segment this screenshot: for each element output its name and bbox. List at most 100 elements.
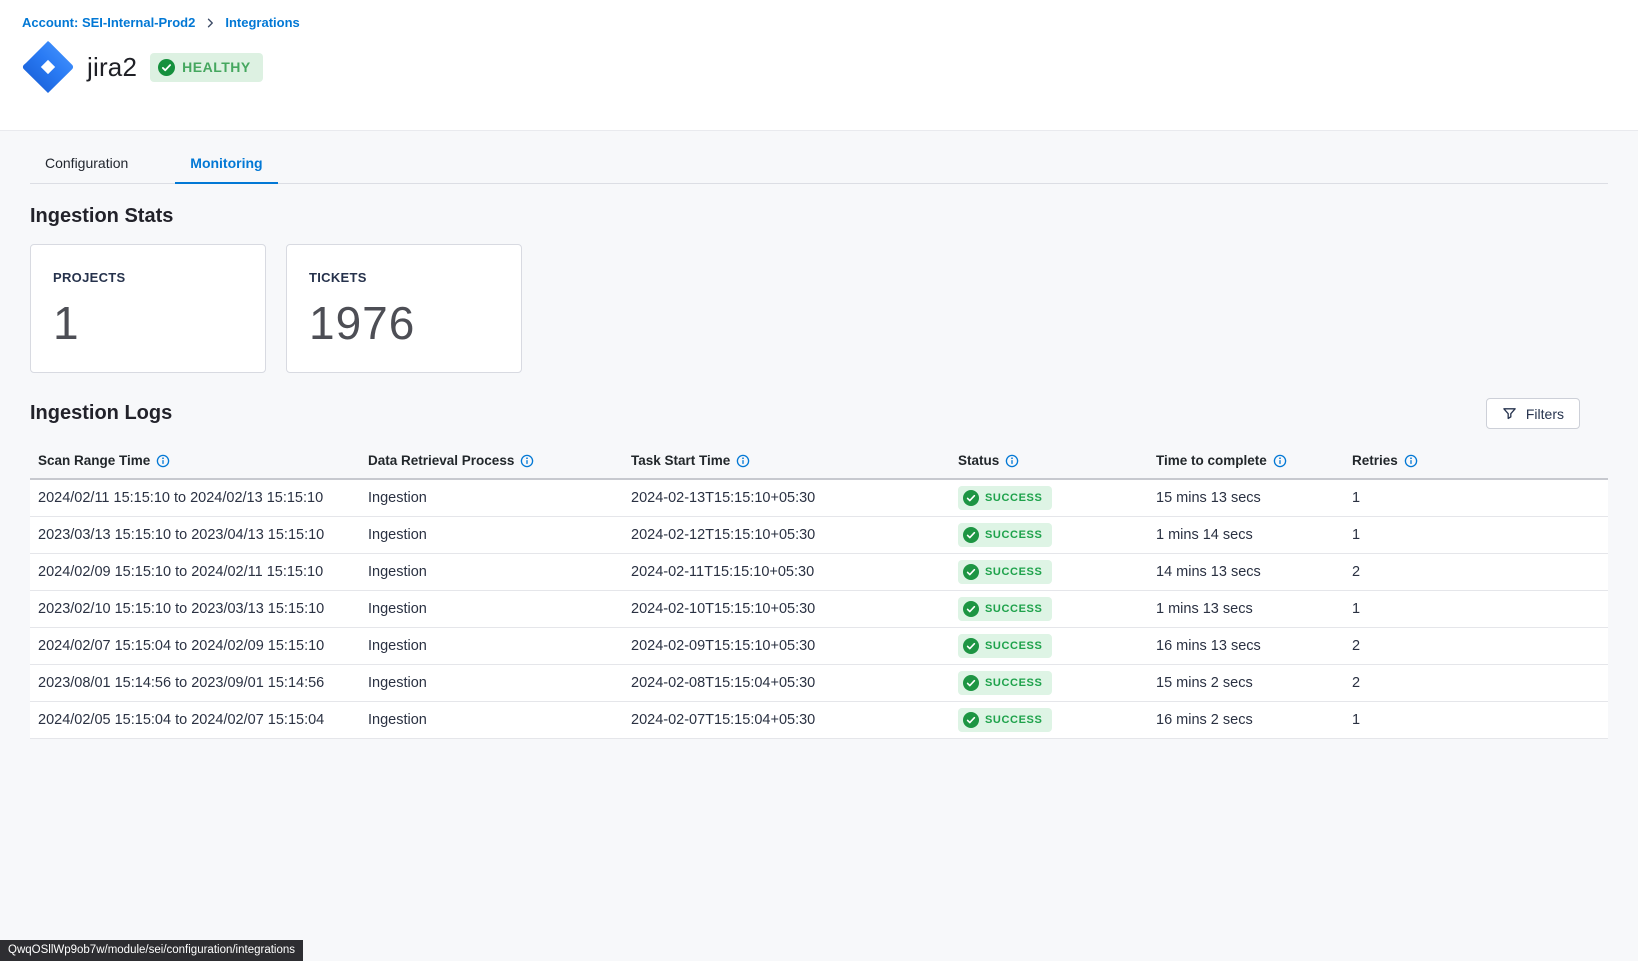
tab-bar: Configuration Monitoring xyxy=(30,131,1608,184)
status-badge-label: SUCCESS xyxy=(985,677,1042,689)
column-header-data-retrieval-process: Data Retrieval Process xyxy=(360,441,623,478)
scan-range-cell: 2023/03/13 15:15:10 to 2023/04/13 15:15:… xyxy=(30,527,360,543)
projects-stat-card: PROJECTS 1 xyxy=(30,244,266,373)
task-start-cell: 2024-02-13T15:15:10+05:30 xyxy=(623,490,950,506)
retries-cell: 1 xyxy=(1344,712,1608,728)
column-header-time-to-complete: Time to complete xyxy=(1148,441,1344,478)
table-row[interactable]: 2024/02/11 15:15:10 to 2024/02/13 15:15:… xyxy=(30,480,1608,517)
time-to-complete-cell: 1 mins 14 secs xyxy=(1148,527,1344,543)
check-circle-icon xyxy=(963,601,979,617)
table-row[interactable]: 2024/02/07 15:15:04 to 2024/02/09 15:15:… xyxy=(30,628,1608,665)
process-cell: Ingestion xyxy=(360,527,623,543)
process-cell: Ingestion xyxy=(360,564,623,580)
retries-cell: 2 xyxy=(1344,564,1608,580)
health-status-label: HEALTHY xyxy=(182,59,251,75)
breadcrumb-account-link[interactable]: Account: SEI-Internal-Prod2 xyxy=(22,15,195,30)
time-to-complete-cell: 16 mins 13 secs xyxy=(1148,638,1344,654)
ingestion-logs-header: Ingestion Logs Filters xyxy=(30,398,1608,429)
table-row[interactable]: 2023/02/10 15:15:10 to 2023/03/13 15:15:… xyxy=(30,591,1608,628)
check-circle-icon xyxy=(158,59,175,76)
tickets-stat-card: TICKETS 1976 xyxy=(286,244,522,373)
status-badge: SUCCESS xyxy=(958,560,1052,584)
check-circle-icon xyxy=(963,527,979,543)
filters-button-label: Filters xyxy=(1526,406,1564,422)
info-icon[interactable] xyxy=(1005,454,1019,468)
task-start-cell: 2024-02-08T15:15:04+05:30 xyxy=(623,675,950,691)
status-cell: SUCCESS xyxy=(950,486,1148,510)
status-badge-label: SUCCESS xyxy=(985,492,1042,504)
table-row[interactable]: 2024/02/05 15:15:04 to 2024/02/07 15:15:… xyxy=(30,702,1608,739)
info-icon[interactable] xyxy=(156,454,170,468)
breadcrumb: Account: SEI-Internal-Prod2 Integrations xyxy=(22,15,1614,30)
ingestion-stats-heading: Ingestion Stats xyxy=(30,205,1608,228)
tickets-label: TICKETS xyxy=(309,270,503,285)
scan-range-cell: 2024/02/11 15:15:10 to 2024/02/13 15:15:… xyxy=(30,490,360,506)
time-to-complete-cell: 1 mins 13 secs xyxy=(1148,601,1344,617)
process-cell: Ingestion xyxy=(360,675,623,691)
scan-range-cell: 2023/02/10 15:15:10 to 2023/03/13 15:15:… xyxy=(30,601,360,617)
column-header-task-start-time: Task Start Time xyxy=(623,441,950,478)
info-icon[interactable] xyxy=(736,454,750,468)
table-row[interactable]: 2023/03/13 15:15:10 to 2023/04/13 15:15:… xyxy=(30,517,1608,554)
status-badge-label: SUCCESS xyxy=(985,566,1042,578)
filters-button[interactable]: Filters xyxy=(1486,398,1580,429)
retries-cell: 1 xyxy=(1344,490,1608,506)
column-header-scan-range-time: Scan Range Time xyxy=(30,441,360,478)
task-start-cell: 2024-02-07T15:15:04+05:30 xyxy=(623,712,950,728)
status-badge: SUCCESS xyxy=(958,523,1052,547)
ingestion-logs-body: 2024/02/11 15:15:10 to 2024/02/13 15:15:… xyxy=(30,480,1608,739)
integration-title: jira2 xyxy=(87,52,137,83)
status-cell: SUCCESS xyxy=(950,523,1148,547)
jira-logo-icon xyxy=(22,41,74,93)
health-status-badge: HEALTHY xyxy=(150,53,263,82)
status-badge: SUCCESS xyxy=(958,634,1052,658)
page-header: Account: SEI-Internal-Prod2 Integrations xyxy=(0,0,1638,131)
breadcrumb-integrations-link[interactable]: Integrations xyxy=(225,15,299,30)
status-badge-label: SUCCESS xyxy=(985,714,1042,726)
status-badge: SUCCESS xyxy=(958,597,1052,621)
status-badge-label: SUCCESS xyxy=(985,529,1042,541)
tickets-value: 1976 xyxy=(309,296,503,350)
task-start-cell: 2024-02-11T15:15:10+05:30 xyxy=(623,564,950,580)
scan-range-cell: 2024/02/05 15:15:04 to 2024/02/07 15:15:… xyxy=(30,712,360,728)
info-icon[interactable] xyxy=(1273,454,1287,468)
integration-title-row: jira2 HEALTHY xyxy=(22,41,1614,93)
projects-value: 1 xyxy=(53,296,247,350)
status-cell: SUCCESS xyxy=(950,634,1148,658)
check-circle-icon xyxy=(963,675,979,691)
ingestion-logs-table: Scan Range Time Data Retrieval Process T… xyxy=(30,441,1608,739)
check-circle-icon xyxy=(963,490,979,506)
status-badge: SUCCESS xyxy=(958,486,1052,510)
main-content: Configuration Monitoring Ingestion Stats… xyxy=(0,131,1638,961)
task-start-cell: 2024-02-12T15:15:10+05:30 xyxy=(623,527,950,543)
ingestion-logs-heading: Ingestion Logs xyxy=(30,402,172,425)
info-icon[interactable] xyxy=(1404,454,1418,468)
chevron-right-icon xyxy=(204,17,216,29)
url-preview-tooltip: QwqOSllWp9ob7w/module/sei/configuration/… xyxy=(0,940,303,961)
status-badge-label: SUCCESS xyxy=(985,603,1042,615)
scan-range-cell: 2023/08/01 15:14:56 to 2023/09/01 15:14:… xyxy=(30,675,360,691)
tab-configuration[interactable]: Configuration xyxy=(30,144,143,184)
tab-monitoring[interactable]: Monitoring xyxy=(175,144,277,184)
status-badge-label: SUCCESS xyxy=(985,640,1042,652)
task-start-cell: 2024-02-10T15:15:10+05:30 xyxy=(623,601,950,617)
scan-range-cell: 2024/02/09 15:15:10 to 2024/02/11 15:15:… xyxy=(30,564,360,580)
status-cell: SUCCESS xyxy=(950,708,1148,732)
time-to-complete-cell: 15 mins 13 secs xyxy=(1148,490,1344,506)
column-header-status: Status xyxy=(950,441,1148,478)
process-cell: Ingestion xyxy=(360,712,623,728)
retries-cell: 1 xyxy=(1344,601,1608,617)
check-circle-icon xyxy=(963,564,979,580)
table-row[interactable]: 2024/02/09 15:15:10 to 2024/02/11 15:15:… xyxy=(30,554,1608,591)
info-icon[interactable] xyxy=(520,454,534,468)
integration-monitoring-page: Account: SEI-Internal-Prod2 Integrations xyxy=(0,0,1638,961)
ingestion-stats-cards: PROJECTS 1 TICKETS 1976 xyxy=(30,244,1608,373)
retries-cell: 2 xyxy=(1344,638,1608,654)
task-start-cell: 2024-02-09T15:15:10+05:30 xyxy=(623,638,950,654)
check-circle-icon xyxy=(963,712,979,728)
retries-cell: 2 xyxy=(1344,675,1608,691)
time-to-complete-cell: 14 mins 13 secs xyxy=(1148,564,1344,580)
time-to-complete-cell: 15 mins 2 secs xyxy=(1148,675,1344,691)
status-badge: SUCCESS xyxy=(958,708,1052,732)
table-row[interactable]: 2023/08/01 15:14:56 to 2023/09/01 15:14:… xyxy=(30,665,1608,702)
